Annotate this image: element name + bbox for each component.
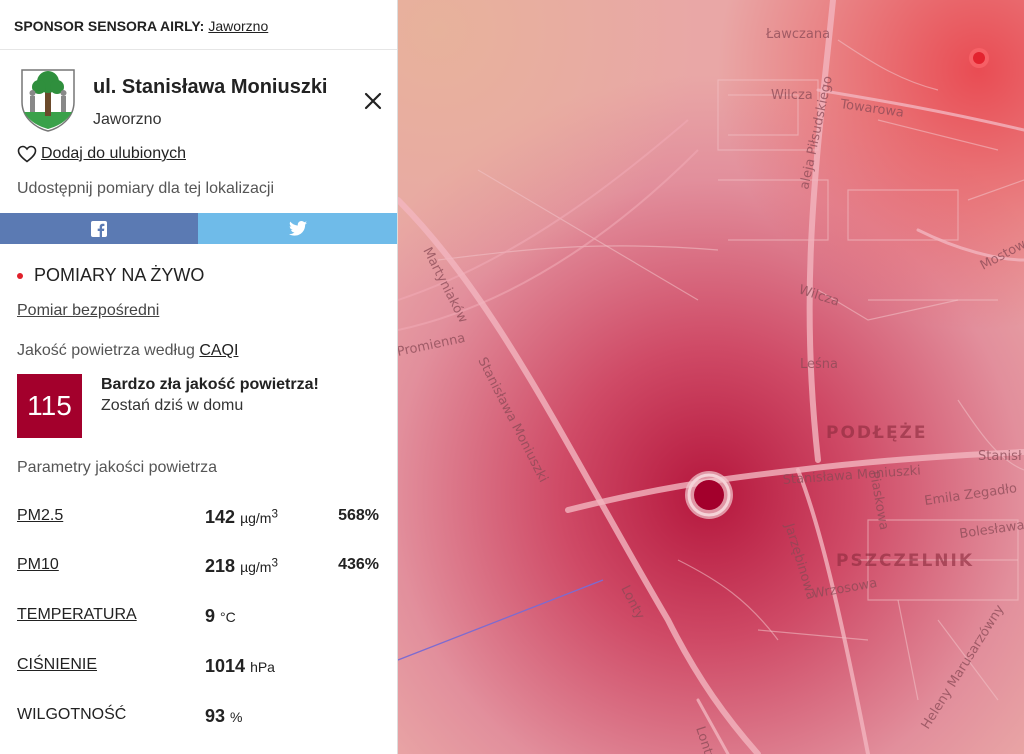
coat-of-arms-icon (21, 69, 75, 132)
param-value: 1014 hPa (205, 656, 275, 676)
favorites-label: Dodaj do ulubionych (41, 145, 186, 162)
add-to-favorites-button[interactable]: Dodaj do ulubionych (17, 145, 186, 163)
sensor-marker-secondary[interactable] (969, 48, 989, 68)
social-share-bar (0, 213, 397, 244)
param-name-link[interactable]: PM2.5 (17, 507, 63, 525)
sensor-marker-selected[interactable] (685, 471, 733, 519)
parameters-label: Parametry jakości powietrza (17, 459, 218, 476)
air-quality-map[interactable]: Ławczana Wilcza Towarowa aleja Piłsudski… (398, 0, 1024, 754)
caqi-headline: Bardzo zła jakość powietrza! (101, 376, 319, 393)
facebook-icon (91, 220, 107, 237)
caqi-index-badge: 115 (17, 374, 82, 438)
param-value: 142 µg/m3 (205, 507, 278, 527)
facebook-share-button[interactable] (0, 213, 198, 244)
heart-icon (17, 145, 37, 163)
param-row-pm25: PM2.5 142 µg/m3 568% (17, 507, 387, 531)
param-value: 218 µg/m3 (205, 556, 278, 576)
map-canvas[interactable]: Ławczana Wilcza Towarowa aleja Piłsudski… (398, 0, 1024, 754)
param-name: WILGOTNOŚĆ (17, 706, 127, 723)
district-label: PSZCZELNIK (836, 551, 974, 571)
sponsor-bar: SPONSOR SENSORA AIRLY: Jaworzno (0, 0, 397, 50)
param-value: 9 °C (205, 606, 236, 626)
param-name-link[interactable]: PM10 (17, 556, 59, 574)
street-label: Ławczana (765, 27, 830, 42)
param-row-temperature: TEMPERATURA 9 °C (17, 606, 387, 630)
sponsor-label: SPONSOR SENSORA AIRLY: (14, 18, 205, 34)
direct-measurement-link[interactable]: Pomiar bezpośredni (17, 302, 159, 320)
street-label: Leśna (800, 357, 838, 372)
street-label: Stanisł (978, 449, 1022, 464)
live-dot-icon (17, 272, 23, 279)
twitter-icon (288, 221, 307, 236)
location-city: Jaworzno (93, 111, 162, 128)
param-name-link[interactable]: CIŚNIENIE (17, 656, 97, 674)
caqi-prefix: Jakość powietrza według (17, 342, 195, 359)
close-icon[interactable] (360, 88, 386, 114)
live-label: POMIARY NA ŻYWO (34, 265, 205, 285)
street-label: Wilcza (771, 88, 813, 103)
location-title: ul. Stanisława Moniuszki (93, 76, 328, 98)
param-row-humidity: WILGOTNOŚĆ 93 % (17, 706, 387, 730)
caqi-link[interactable]: CAQI (199, 342, 238, 359)
twitter-share-button[interactable] (198, 213, 397, 244)
param-value: 93 % (205, 706, 243, 726)
param-percent: 436% (338, 556, 379, 573)
caqi-label: Jakość powietrza według CAQI (17, 342, 238, 360)
param-row-pressure: CIŚNIENIE 1014 hPa (17, 656, 387, 680)
sensor-panel: SPONSOR SENSORA AIRLY: Jaworzno ul. Stani… (0, 0, 398, 754)
live-measurements-header: POMIARY NA ŻYWO (17, 265, 204, 286)
caqi-advice: Zostań dziś w domu (101, 397, 244, 414)
param-percent: 568% (338, 507, 379, 524)
param-name-link[interactable]: TEMPERATURA (17, 606, 137, 624)
param-row-pm10: PM10 218 µg/m3 436% (17, 556, 387, 580)
district-label: PODŁĘŻE (826, 421, 928, 443)
sponsor-link[interactable]: Jaworzno (208, 18, 268, 34)
share-label: Udostępnij pomiary dla tej lokalizacji (17, 180, 275, 197)
